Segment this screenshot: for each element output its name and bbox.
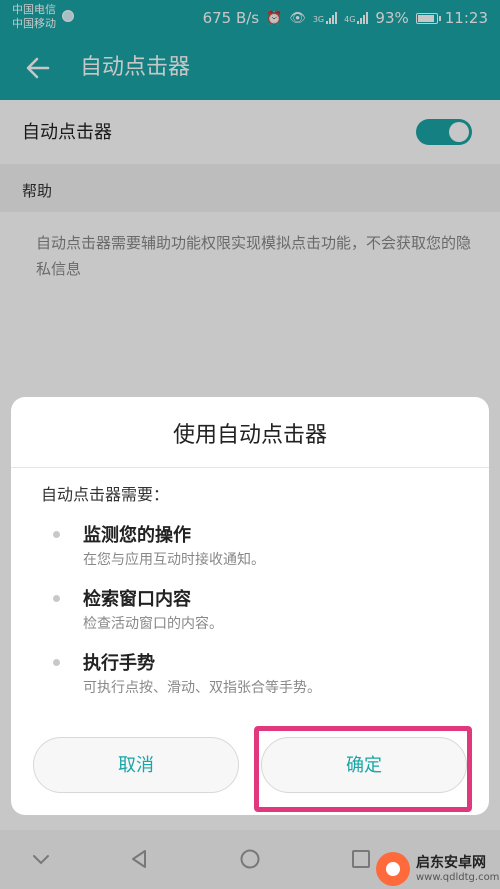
permission-item: 监测您的操作 在您与应用互动时接收通知。: [11, 521, 489, 577]
bullet-icon: [53, 531, 60, 538]
screen: 中国电信 中国移动 675 B/s ⏰ 👁 3G 4G 93% 11:23 自动…: [0, 0, 500, 889]
confirm-highlight-box: [254, 726, 472, 812]
dialog-intro: 自动点击器需要：: [41, 485, 170, 504]
permission-desc: 检查活动窗口的内容。: [83, 616, 223, 632]
watermark: 启东安卓网 www.qdldtg.com: [376, 850, 500, 888]
permission-desc: 在您与应用互动时接收通知。: [83, 552, 265, 568]
cancel-button[interactable]: 取消: [33, 737, 239, 793]
permission-title: 监测您的操作: [83, 525, 191, 546]
permission-item: 检索窗口内容 检查活动窗口的内容。: [11, 585, 489, 641]
dialog-title: 使用自动点击器: [172, 423, 327, 448]
watermark-logo-icon: [376, 852, 410, 886]
watermark-url: www.qdldtg.com: [416, 872, 500, 883]
permission-desc: 可执行点按、滑动、双指张合等手势。: [83, 680, 321, 696]
bullet-icon: [53, 659, 60, 666]
permission-title: 执行手势: [83, 653, 155, 674]
permission-title: 检索窗口内容: [83, 589, 191, 610]
bullet-icon: [53, 595, 60, 602]
permission-item: 执行手势 可执行点按、滑动、双指张合等手势。: [11, 649, 489, 705]
watermark-name: 启东安卓网: [416, 855, 486, 871]
dialog-divider: [11, 467, 489, 468]
